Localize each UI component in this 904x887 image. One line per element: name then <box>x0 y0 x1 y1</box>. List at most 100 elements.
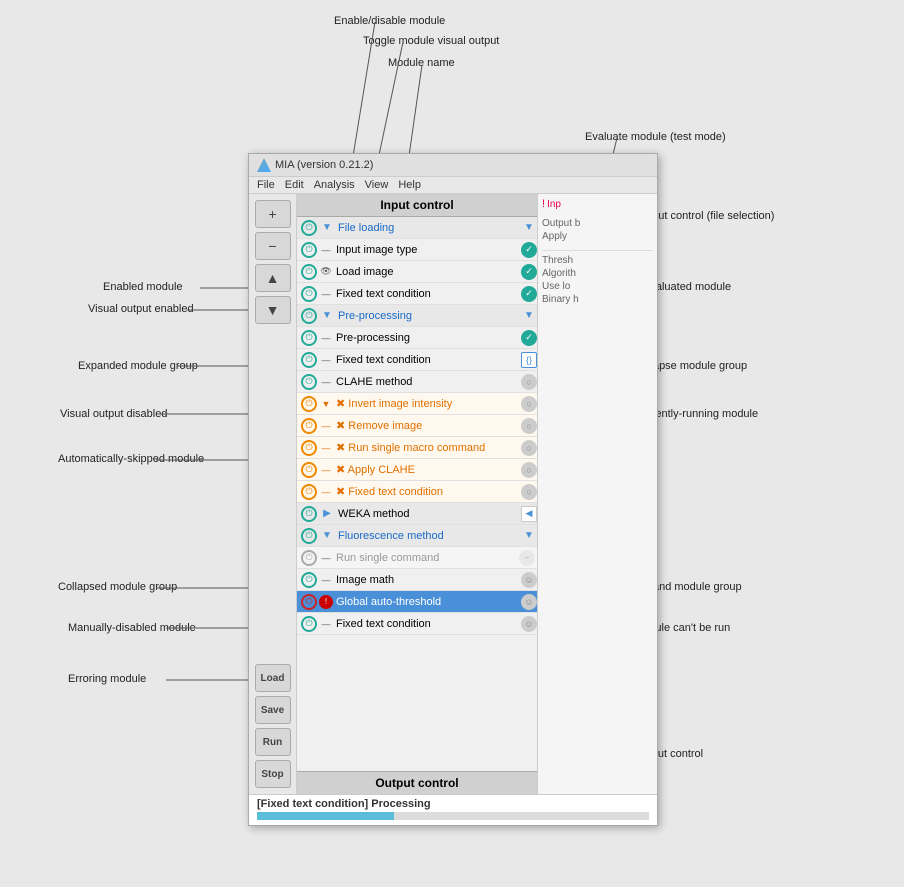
left-panel: + − ▲ ▼ Load Save Run Stop <box>249 194 297 794</box>
module-row-fluorescence[interactable]: ⏻ ▼ Fluorescence method ▼ <box>297 525 537 547</box>
power-btn-run-single[interactable]: ⏻ <box>301 550 317 566</box>
power-btn-fixed-text-2[interactable]: ⏻ <box>301 352 317 368</box>
power-btn-invert[interactable]: ⏻ <box>301 396 317 412</box>
module-row-run-macro[interactable]: ⏻ — ✖ Run single macro command ○ <box>297 437 537 459</box>
module-row-load-image[interactable]: ⏻ 👁 Load image ✓ <box>297 261 537 283</box>
save-button[interactable]: Save <box>255 696 291 724</box>
power-btn-fixed-text-1[interactable]: ⏻ <box>301 286 317 302</box>
module-row-fixed-text-2[interactable]: ⏻ — Fixed text condition {} <box>297 349 537 371</box>
output-control-footer: Output control <box>297 771 537 794</box>
status-preprocessing[interactable]: ▼ <box>521 308 537 324</box>
expand-clahe: — <box>319 375 333 389</box>
expand-preprocessing-mod: — <box>319 331 333 345</box>
status-clahe: ○ <box>521 374 537 390</box>
app-title: MIA (version 0.21.2) <box>275 159 373 171</box>
status-fixed-text-orange: ○ <box>521 484 537 500</box>
menu-analysis[interactable]: Analysis <box>314 179 355 191</box>
app-window: MIA (version 0.21.2) File Edit Analysis … <box>248 153 658 826</box>
module-row-weka[interactable]: ⏻ ▶ WEKA method ◀ <box>297 503 537 525</box>
module-row-apply-clahe[interactable]: ⏻ — ✖ Apply CLAHE ○ <box>297 459 537 481</box>
module-row-invert[interactable]: ⏻ ▼ ✖ Invert image intensity ○ <box>297 393 537 415</box>
status-fluorescence[interactable]: ▼ <box>521 528 537 544</box>
stop-button[interactable]: Stop <box>255 760 291 788</box>
power-btn-preprocessing[interactable]: ⏻ <box>301 308 317 324</box>
run-button[interactable]: Run <box>255 728 291 756</box>
eye-load-image[interactable]: 👁 <box>319 265 333 279</box>
power-btn-apply-clahe[interactable]: ⏻ <box>301 462 317 478</box>
expand-invert[interactable]: ▼ <box>319 397 333 411</box>
power-btn-input-image[interactable]: ⏻ <box>301 242 317 258</box>
power-btn-image-math[interactable]: ⏻ <box>301 572 317 588</box>
module-name-fixed-text-2: Fixed text condition <box>333 354 521 366</box>
module-name-image-math: Image math <box>333 574 521 586</box>
expand-file-loading[interactable]: ▼ <box>319 220 335 236</box>
load-button[interactable]: Load <box>255 664 291 692</box>
rp-output-field: Output b <box>542 218 653 229</box>
expand-run-single: — <box>319 551 333 565</box>
module-list-scroll[interactable]: ⏻ ▼ File loading ▼ ⏻ — Input image type … <box>297 217 537 771</box>
expand-preprocessing[interactable]: ▼ <box>319 308 335 324</box>
annotation-toggle-visual: Toggle module visual output <box>363 35 499 47</box>
input-control-header: Input control <box>297 194 537 217</box>
module-row-fixed-text-last[interactable]: ⏻ — Fixed text condition ☺ <box>297 613 537 635</box>
module-row-preprocessing-module[interactable]: ⏻ — Pre-processing ✓ <box>297 327 537 349</box>
status-file-loading[interactable]: ▼ <box>521 220 537 236</box>
status-load-image: ✓ <box>521 264 537 280</box>
move-up-button[interactable]: ▲ <box>255 264 291 292</box>
expand-fixed-text-1: — <box>319 287 333 301</box>
expand-fluorescence[interactable]: ▼ <box>319 528 335 544</box>
status-fixed-text-last: ☺ <box>521 616 537 632</box>
module-name-preprocessing-mod: Pre-processing <box>333 332 521 344</box>
annotation-input-control: Input control (file selection) <box>643 210 774 222</box>
module-row-file-loading[interactable]: ⏻ ▼ File loading ▼ <box>297 217 537 239</box>
status-global-auto: ☺ <box>521 594 537 610</box>
power-btn-remove-image[interactable]: ⏻ <box>301 418 317 434</box>
module-row-input-image-type[interactable]: ⏻ — Input image type ✓ <box>297 239 537 261</box>
power-btn-weka[interactable]: ⏻ <box>301 506 317 522</box>
remove-module-button[interactable]: − <box>255 232 291 260</box>
module-row-clahe[interactable]: ⏻ — CLAHE method ○ <box>297 371 537 393</box>
power-btn-clahe[interactable]: ⏻ <box>301 374 317 390</box>
annotation-auto-skipped: Automatically-skipped module <box>58 453 204 465</box>
module-row-fixed-text-1[interactable]: ⏻ — Fixed text condition ✓ <box>297 283 537 305</box>
move-down-button[interactable]: ▼ <box>255 296 291 324</box>
module-row-run-single[interactable]: ⏻ — Run single command − <box>297 547 537 569</box>
title-bar: MIA (version 0.21.2) <box>249 154 657 177</box>
expand-fixed-text-last: — <box>319 617 333 631</box>
power-btn-fixed-text-orange[interactable]: ⏻ <box>301 484 317 500</box>
status-weka[interactable]: ◀ <box>521 506 537 522</box>
status-fixed-text-2: {} <box>521 352 537 368</box>
module-row-remove-image[interactable]: ⏻ — ✖ Remove image ○ <box>297 415 537 437</box>
module-name-invert: ✖ Invert image intensity <box>333 397 521 410</box>
rp-uselow-field: Use lo <box>542 281 653 292</box>
menu-help[interactable]: Help <box>398 179 421 191</box>
power-btn-run-macro[interactable]: ⏻ <box>301 440 317 456</box>
module-row-fixed-text-orange[interactable]: ⏻ — ✖ Fixed text condition ○ <box>297 481 537 503</box>
rp-output-section: Output b Apply <box>542 218 653 242</box>
annotation-visual-output-enabled: Visual output enabled <box>88 303 194 315</box>
power-btn-fixed-text-last[interactable]: ⏻ <box>301 616 317 632</box>
expand-fixed-text-orange: — <box>319 485 333 499</box>
add-module-button[interactable]: + <box>255 200 291 228</box>
status-invert: ○ <box>521 396 537 412</box>
rp-error-section: ! Inp <box>542 198 653 210</box>
annotation-module-name: Module name <box>388 57 455 69</box>
power-btn-fluorescence[interactable]: ⏻ <box>301 528 317 544</box>
module-list-panel: Input control ⏻ ▼ File loading ▼ ⏻ — Inp… <box>297 194 537 794</box>
status-remove-image: ○ <box>521 418 537 434</box>
power-btn-preprocessing-mod[interactable]: ⏻ <box>301 330 317 346</box>
expand-weka[interactable]: ▶ <box>319 506 335 522</box>
menu-file[interactable]: File <box>257 179 275 191</box>
main-content: + − ▲ ▼ Load Save Run Stop Input control… <box>249 194 657 794</box>
menu-edit[interactable]: Edit <box>285 179 304 191</box>
module-row-global-auto-threshold[interactable]: ⏻ ! Global auto-threshold ☺ <box>297 591 537 613</box>
menu-view[interactable]: View <box>365 179 389 191</box>
power-btn-load-image[interactable]: ⏻ <box>301 264 317 280</box>
power-btn-global-auto[interactable]: ⏻ <box>301 594 317 610</box>
module-row-preprocessing[interactable]: ⏻ ▼ Pre-processing ▼ <box>297 305 537 327</box>
power-btn-file-loading[interactable]: ⏻ <box>301 220 317 236</box>
module-name-fixed-text-orange: ✖ Fixed text condition <box>333 485 521 498</box>
expand-input-image: — <box>319 243 333 257</box>
annotation-visual-disabled: Visual output disabled <box>60 408 167 420</box>
module-row-image-math[interactable]: ⏻ — Image math ☺ <box>297 569 537 591</box>
